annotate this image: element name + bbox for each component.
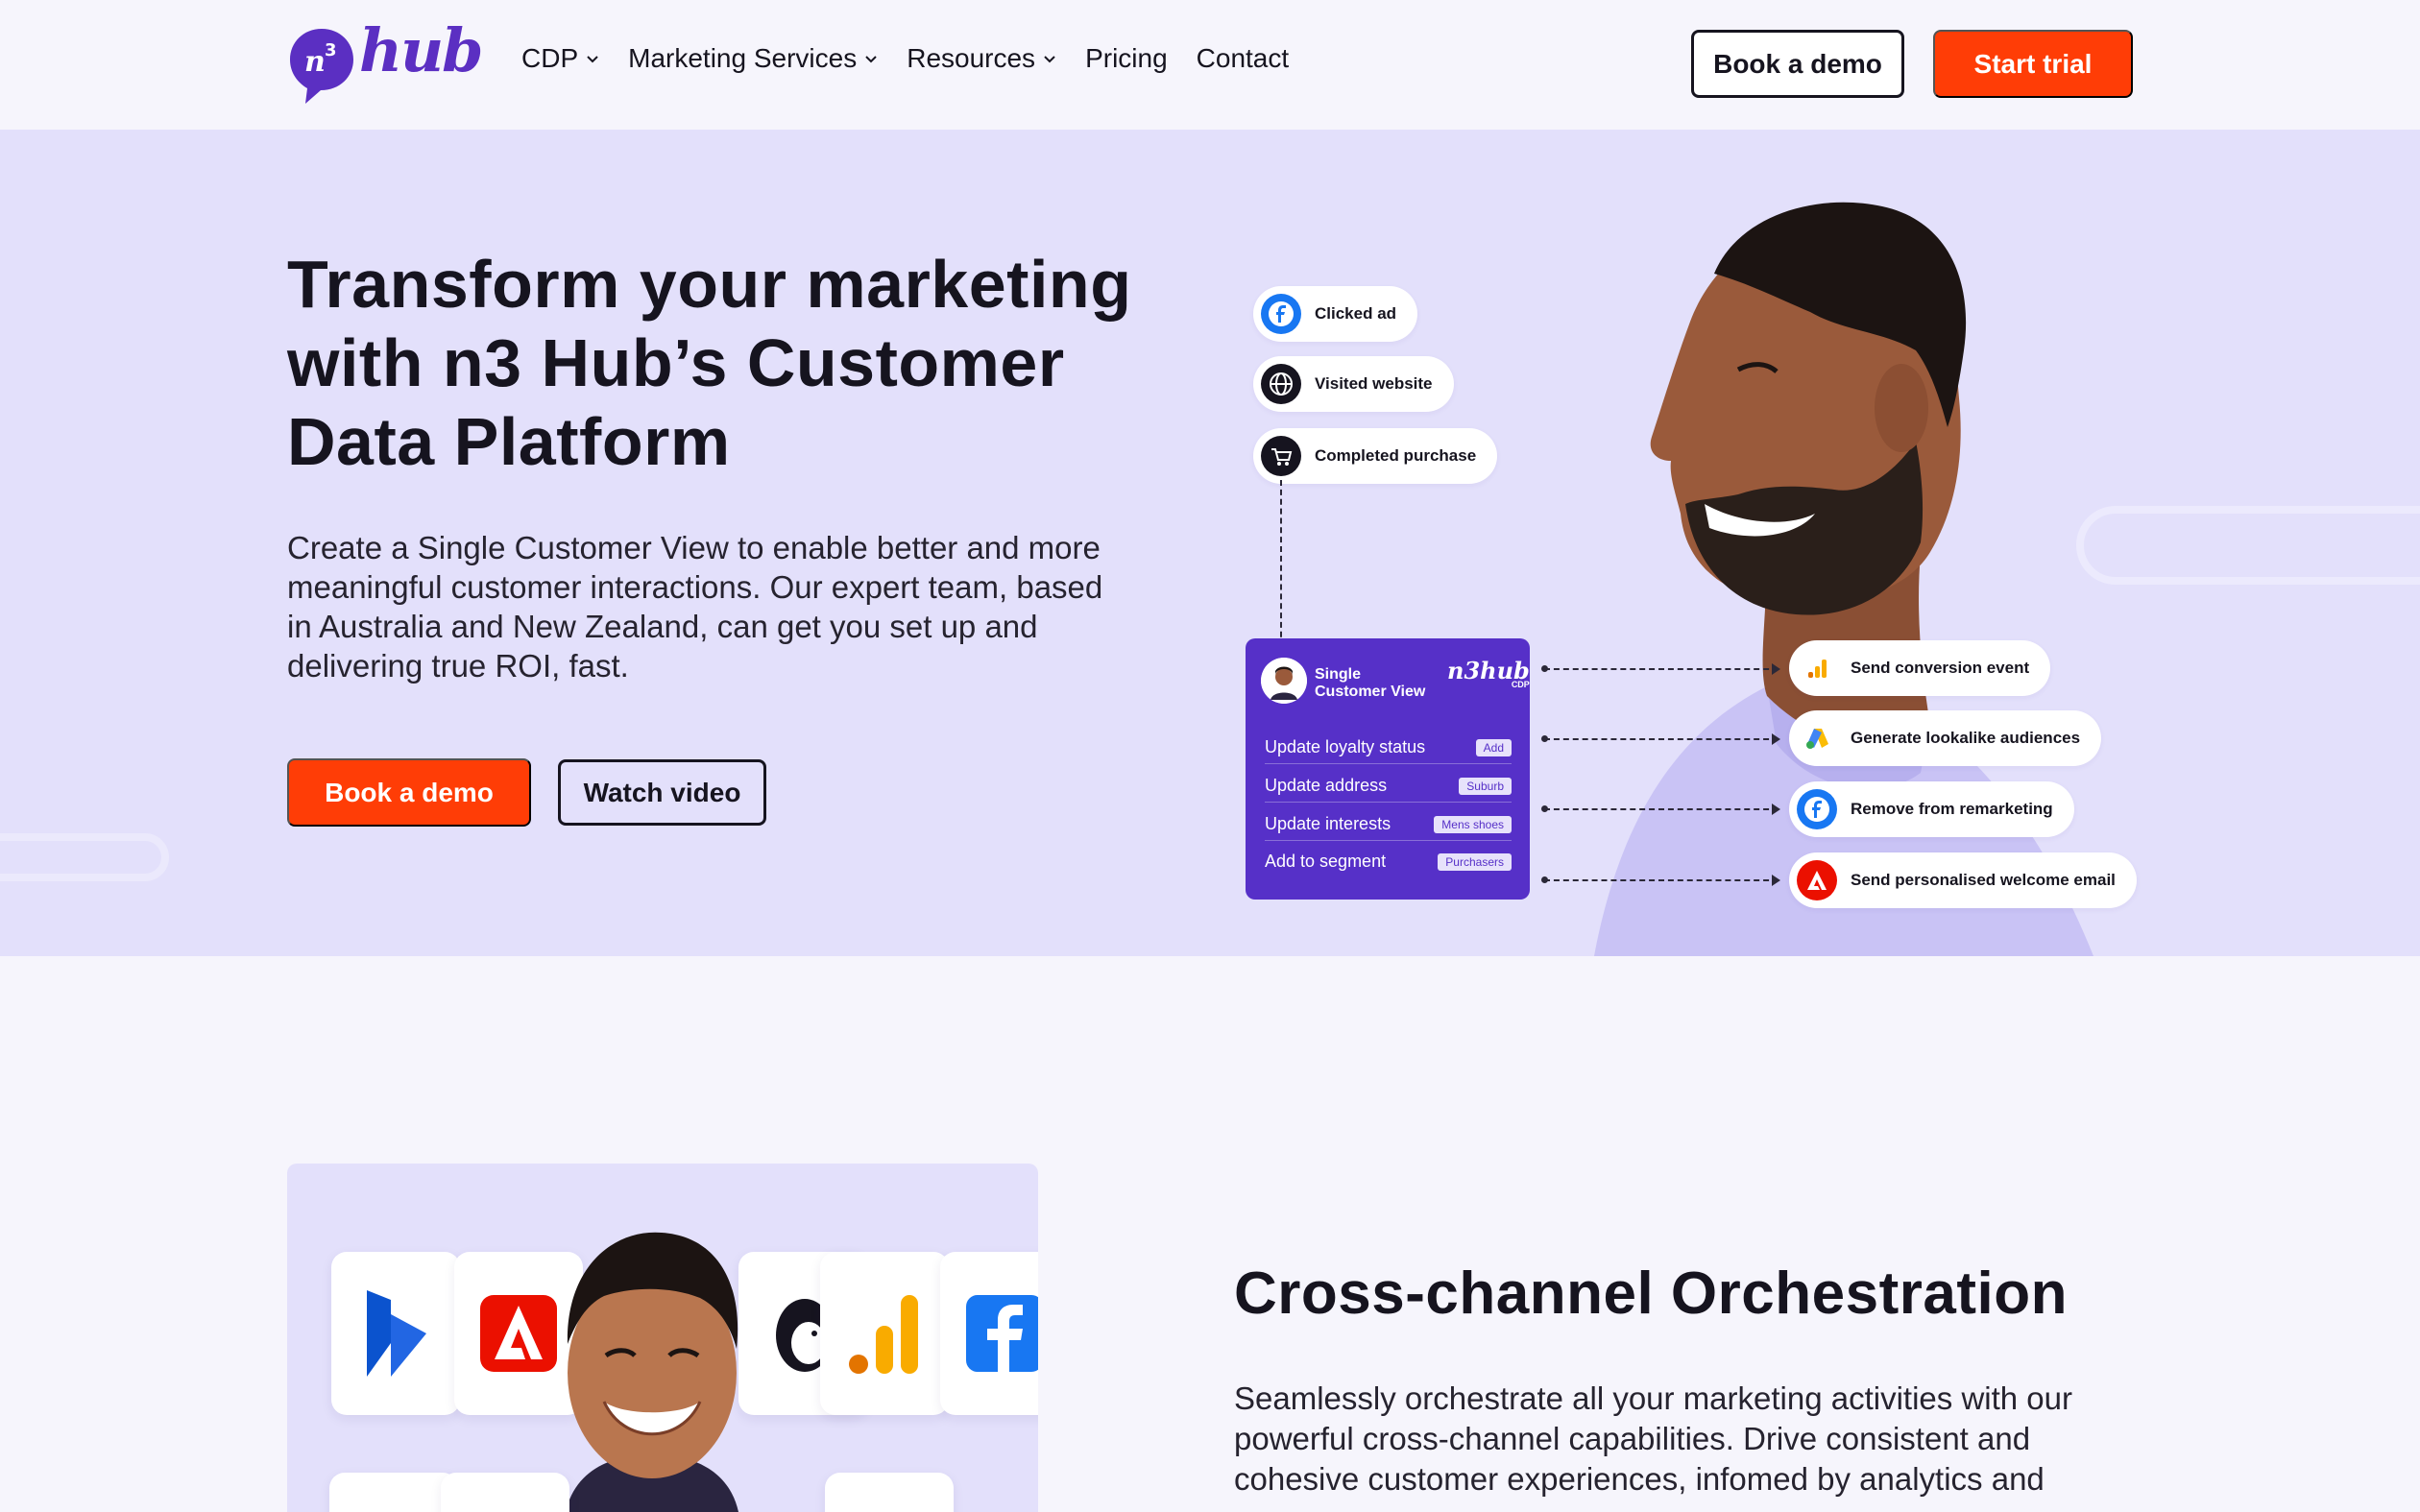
scv-logo: n3hub CDP (1447, 660, 1530, 689)
analytics-logo-tile (820, 1252, 949, 1415)
app-logo-tile (825, 1473, 954, 1512)
cart-icon (1261, 436, 1301, 476)
scv-row: Update loyalty status Add (1265, 737, 1512, 764)
action-label: Remove from remarketing (1851, 800, 2053, 818)
svg-text:3: 3 (325, 40, 337, 60)
action-label: Generate lookalike audiences (1851, 729, 2081, 747)
action-chip-remove-from-remarketing: Remove from remarketing (1789, 781, 2074, 837)
scv-row: Update address Suburb (1265, 776, 1512, 803)
smiling-man-image (1594, 202, 2093, 956)
analytics-icon (849, 1295, 918, 1374)
scv-row: Add to segment Purchasers (1265, 852, 1512, 877)
action-chip-send-conversion-event: Send conversion event (1789, 640, 2051, 696)
google-ads-icon (1797, 718, 1837, 758)
watch-video-button[interactable]: Watch video (558, 759, 766, 826)
logo-text: hub (359, 15, 484, 85)
flow-connector-line (1541, 804, 1780, 815)
app-logo-tile (329, 1473, 458, 1512)
scv-row-label: Add to segment (1265, 852, 1387, 871)
flow-connector-line (1541, 875, 1780, 886)
scv-row-tag: Purchasers (1438, 852, 1512, 871)
facebook-logo-tile (940, 1252, 1038, 1415)
dynamics-icon (367, 1290, 426, 1377)
nav-item-resources[interactable]: Resources (907, 43, 1056, 74)
facebook-icon (966, 1295, 1038, 1372)
scv-row-tag: Suburb (1459, 777, 1512, 795)
decorative-pill (0, 833, 169, 881)
nav-item-contact[interactable]: Contact (1197, 43, 1290, 74)
scv-row-tag: Add (1475, 738, 1512, 756)
hero-section: Transform your marketing with n3 Hub’s C… (0, 130, 2420, 956)
event-label: Completed purchase (1315, 446, 1477, 465)
book-demo-button[interactable]: Book a demo (1691, 30, 1904, 98)
scv-row-label: Update interests (1265, 814, 1392, 833)
svg-text:n: n (304, 45, 326, 79)
event-label: Clicked ad (1315, 304, 1397, 323)
hero-title: Transform your marketing with n3 Hub’s C… (287, 247, 1132, 479)
hero-description: Create a Single Customer View to enable … (287, 530, 1103, 684)
section-description: Seamlessly orchestrate all your marketin… (1234, 1380, 2073, 1497)
event-label: Visited website (1315, 374, 1433, 393)
nav-item-pricing[interactable]: Pricing (1085, 43, 1168, 74)
integrations-image (287, 1164, 1038, 1512)
nav-item-marketing-services[interactable]: Marketing Services (628, 43, 878, 74)
app-logo-tile (441, 1473, 569, 1512)
chevron-down-icon (865, 56, 877, 63)
section-title: Cross-channel Orchestration (1234, 1260, 2068, 1327)
n3hub-logo[interactable]: n 3 hub (286, 21, 484, 109)
action-chip-generate-lookalike: Generate lookalike audiences (1789, 710, 2102, 766)
main-menu: CDP Marketing Services Resources Pricing… (521, 43, 1289, 74)
nav-item-cdp[interactable]: CDP (521, 43, 599, 74)
globe-icon (1261, 364, 1301, 404)
event-chip-completed-purchase: Completed purchase (1253, 428, 1498, 484)
flow-connector-line (1541, 733, 1780, 745)
nav-item-label: Contact (1196, 43, 1290, 73)
scv-title: Single Customer View (1315, 666, 1425, 701)
smiling-man-image (566, 1232, 738, 1512)
chevron-down-icon (1044, 56, 1055, 63)
logo-mark-icon: n 3 (290, 29, 353, 104)
chevron-down-icon (587, 56, 598, 63)
nav-item-label: Marketing Services (628, 43, 858, 73)
action-label: Send personalised welcome email (1851, 871, 2116, 889)
action-chip-send-welcome-email: Send personalised welcome email (1789, 852, 2137, 908)
scv-title-line: Single (1315, 666, 1362, 683)
facebook-icon (1797, 789, 1837, 829)
hero-book-demo-button[interactable]: Book a demo (287, 758, 531, 827)
top-navigation: n 3 hub CDP Marketing Services Resources… (0, 0, 2420, 130)
scv-title-line: Customer View (1315, 684, 1426, 700)
scv-row-label: Update address (1265, 776, 1388, 795)
analytics-icon (1797, 648, 1837, 688)
adobe-icon (1797, 860, 1837, 900)
dynamics-logo-tile (331, 1252, 460, 1415)
nav-item-label: CDP (521, 43, 579, 73)
flow-connector-line (1541, 663, 1780, 675)
scv-row: Update interests Mens shoes (1265, 814, 1512, 841)
start-trial-button[interactable]: Start trial (1933, 30, 2133, 98)
event-chip-visited-website: Visited website (1253, 356, 1454, 412)
scv-row-label: Update loyalty status (1265, 737, 1426, 756)
scv-row-tag: Mens shoes (1434, 815, 1512, 833)
action-label: Send conversion event (1851, 659, 2030, 677)
nav-item-label: Pricing (1085, 43, 1168, 73)
single-customer-view-card: Single Customer View n3hub CDP Update lo… (1246, 638, 1530, 900)
customer-avatar (1261, 658, 1307, 704)
nav-item-label: Resources (907, 43, 1036, 73)
facebook-icon (1261, 294, 1301, 334)
event-chip-clicked-ad: Clicked ad (1253, 286, 1418, 342)
